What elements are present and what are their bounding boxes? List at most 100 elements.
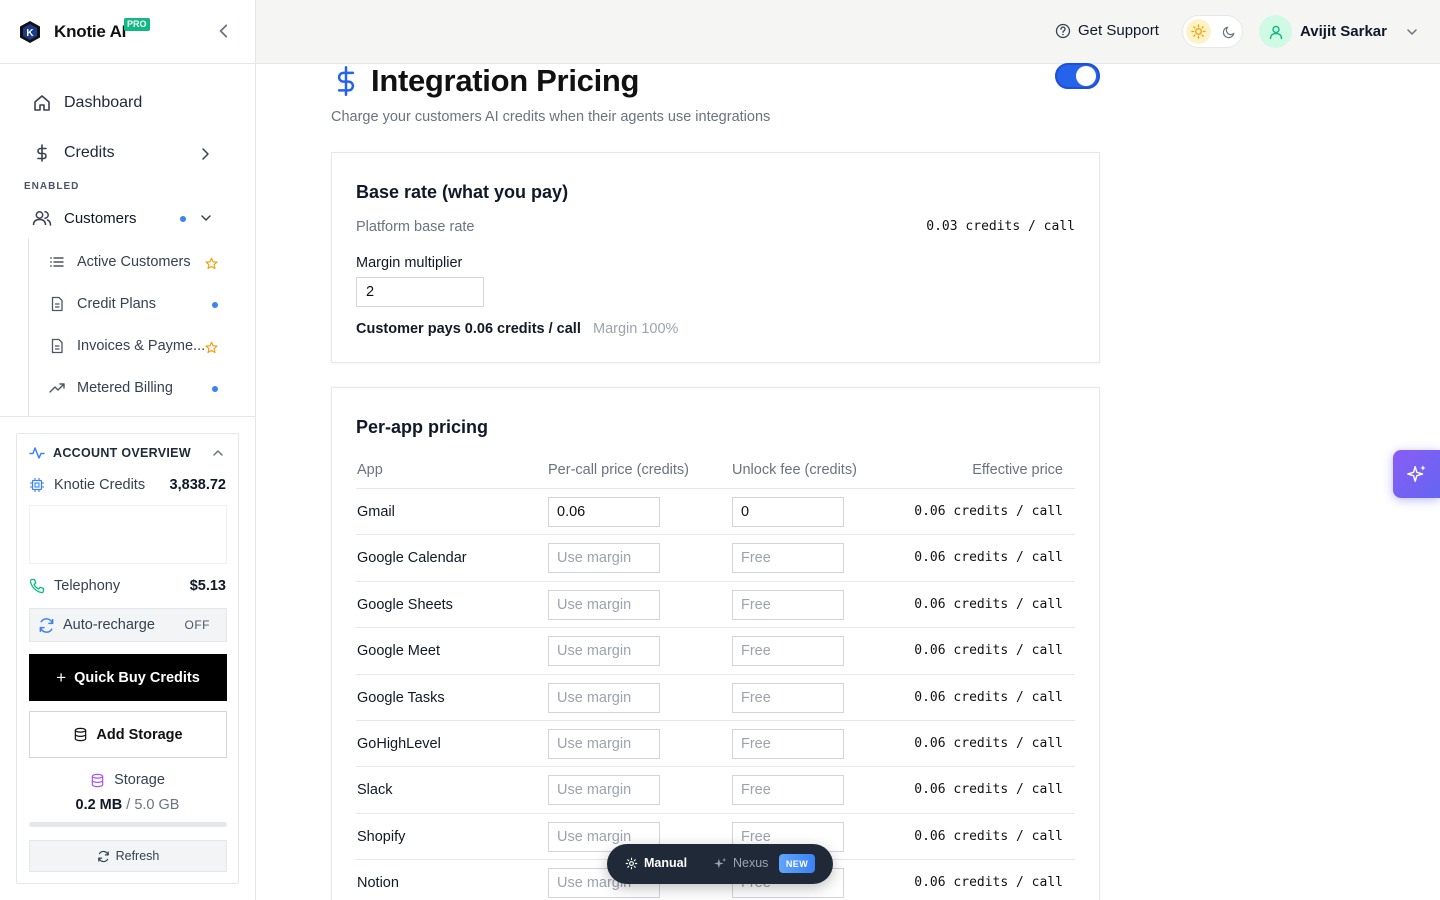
telephony-label: Telephony xyxy=(54,578,121,594)
chevron-right-icon[interactable] xyxy=(198,147,212,161)
unlock-fee-input[interactable] xyxy=(732,636,844,667)
brand-name: Knotie AI xyxy=(54,21,127,41)
storage-progress-bar xyxy=(29,822,227,827)
chevron-down-icon[interactable] xyxy=(1406,26,1418,38)
gear-icon xyxy=(625,857,638,869)
unlock-fee-input[interactable] xyxy=(732,589,844,620)
app-name: Google Meet xyxy=(357,643,441,660)
sparkle-icon xyxy=(714,857,727,868)
per-call-price-input[interactable] xyxy=(548,589,660,620)
mode-nexus-button[interactable]: Nexus xyxy=(714,856,768,870)
per-call-price-input[interactable] xyxy=(548,775,660,806)
moon-icon xyxy=(1222,26,1234,38)
per-call-price-input[interactable] xyxy=(548,682,660,713)
sidebar-item-invoices[interactable]: Invoices & Payme... xyxy=(49,338,205,354)
submenu-guide xyxy=(28,238,29,416)
credits-label: Knotie Credits xyxy=(54,477,146,493)
sidebar-item-active-customers[interactable]: Active Customers xyxy=(49,254,191,270)
status-dot xyxy=(212,386,218,392)
dark-mode-button[interactable] xyxy=(1216,19,1241,44)
chip-icon xyxy=(30,478,44,492)
knotie-logo-icon: K xyxy=(20,20,40,43)
database-icon xyxy=(75,727,87,742)
get-support-button[interactable]: Get Support xyxy=(1055,22,1159,39)
effective-price: 0.06 credits / call xyxy=(914,504,1063,519)
brand[interactable]: K Knotie AI PRO xyxy=(0,0,255,64)
column-header-unlock-fee: Unlock fee (credits) xyxy=(732,462,857,478)
auto-recharge-toggle[interactable]: Auto-recharge OFF xyxy=(29,608,227,642)
account-overview: ACCOUNT OVERVIEW Knotie Credits 3,838.72… xyxy=(16,433,239,884)
theme-toggle[interactable] xyxy=(1182,15,1243,48)
app-name: GoHighLevel xyxy=(357,736,441,752)
unlock-fee-input[interactable] xyxy=(732,775,844,806)
column-header-per-call-price: Per-call price (credits) xyxy=(548,462,689,478)
star-icon[interactable] xyxy=(205,341,218,354)
nav-credits[interactable]: Credits xyxy=(32,143,115,163)
chevron-up-icon[interactable] xyxy=(212,447,224,459)
phone-icon xyxy=(29,578,45,594)
ai-assistant-button[interactable] xyxy=(1393,450,1440,498)
app-name: Google Tasks xyxy=(357,689,445,706)
page-subtitle: Charge your customers AI credits when th… xyxy=(331,109,771,125)
storage-total: / 5.0 GB xyxy=(126,797,180,813)
dollar-icon xyxy=(37,144,47,162)
svg-text:K: K xyxy=(26,28,34,39)
margin-multiplier-label: Margin multiplier xyxy=(356,255,463,271)
nav-credits-label: Credits xyxy=(64,144,115,161)
list-icon xyxy=(50,257,64,267)
effective-price: 0.06 credits / call xyxy=(914,689,1063,705)
per-app-pricing-title: Per-app pricing xyxy=(356,417,489,437)
page-title: Integration Pricing xyxy=(371,63,640,98)
credits-sparkline xyxy=(29,505,227,564)
unlock-fee-input[interactable] xyxy=(732,729,844,759)
activity-icon xyxy=(29,447,45,459)
sidebar-item-label: Invoices & Payme... xyxy=(77,338,206,354)
integration-pricing-toggle[interactable] xyxy=(1055,63,1100,89)
unlock-fee-input[interactable] xyxy=(732,497,844,527)
effective-price: 0.06 credits / call xyxy=(914,596,1063,612)
per-call-price-input[interactable] xyxy=(548,543,660,574)
nav-customers-label: Customers xyxy=(64,209,137,227)
light-mode-button[interactable] xyxy=(1186,19,1211,44)
sun-icon xyxy=(1191,24,1206,39)
top-header: Get Support Avijit Sarkar xyxy=(256,0,1440,64)
column-header-app: App xyxy=(357,462,383,478)
sidebar-item-label: Metered Billing xyxy=(77,380,173,396)
account-overview-header[interactable]: ACCOUNT OVERVIEW xyxy=(29,445,191,461)
avatar[interactable] xyxy=(1259,15,1292,48)
per-call-price-input[interactable] xyxy=(548,636,660,667)
app-name: Shopify xyxy=(357,828,406,845)
storage-used: 0.2 MB xyxy=(75,797,123,813)
refresh-button[interactable]: Refresh xyxy=(29,840,227,872)
refresh-icon xyxy=(97,850,109,862)
per-call-price-input[interactable] xyxy=(548,729,660,759)
quick-buy-credits-button[interactable]: + Quick Buy Credits xyxy=(29,654,227,701)
star-icon[interactable] xyxy=(205,257,218,270)
toggle-knob xyxy=(1076,66,1096,86)
divider xyxy=(0,416,255,417)
unlock-fee-input[interactable] xyxy=(732,682,844,713)
sidebar-item-credit-plans[interactable]: Credit Plans xyxy=(49,296,156,312)
sidebar-item-metered-billing[interactable]: Metered Billing xyxy=(49,380,173,396)
app-name: Google Calendar xyxy=(357,550,467,567)
collapse-sidebar-icon[interactable] xyxy=(215,22,233,40)
margin-percent-text: Margin 100% xyxy=(593,321,679,337)
add-storage-button[interactable]: Add Storage xyxy=(29,711,227,758)
user-name[interactable]: Avijit Sarkar xyxy=(1300,23,1387,40)
chevron-down-icon[interactable] xyxy=(200,212,212,224)
nav-customers[interactable]: Customers xyxy=(32,208,137,228)
mode-manual-button[interactable]: Manual xyxy=(625,856,687,870)
mode-nexus-label: Nexus xyxy=(733,856,769,870)
margin-multiplier-input[interactable] xyxy=(356,277,484,307)
refresh-label: Refresh xyxy=(115,849,160,863)
nav-dashboard[interactable]: Dashboard xyxy=(32,93,142,113)
effective-price: 0.06 credits / call xyxy=(914,736,1063,751)
unlock-fee-input[interactable] xyxy=(732,543,844,574)
database-icon xyxy=(91,773,104,787)
user-icon xyxy=(1269,25,1282,39)
plus-icon: + xyxy=(56,667,67,687)
document-icon xyxy=(51,296,63,312)
refresh-cycle-icon xyxy=(39,617,54,633)
pro-badge: PRO xyxy=(124,18,150,31)
per-call-price-input[interactable] xyxy=(548,497,660,527)
